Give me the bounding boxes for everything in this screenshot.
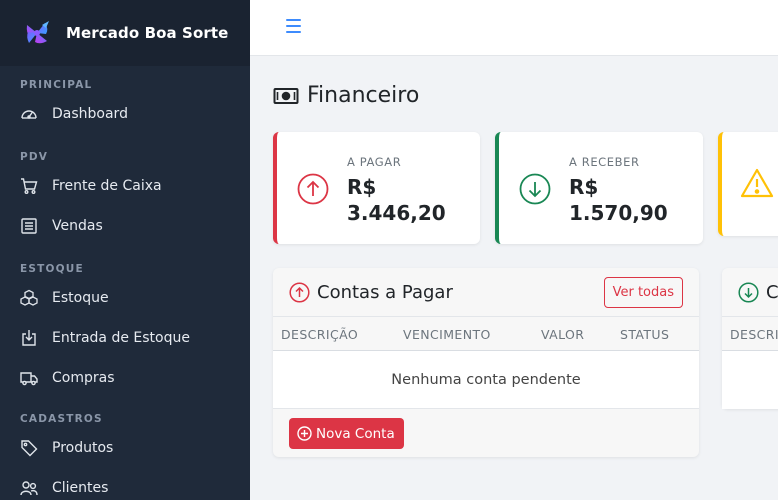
sidebar-item-compras[interactable]: Compras <box>0 358 250 398</box>
column-header-descricao[interactable]: DESCRIÇÃO <box>281 327 358 342</box>
panel-title: C <box>766 282 778 303</box>
box-arrow-in-icon <box>20 329 38 347</box>
sidebar-item-estoque[interactable]: Estoque <box>0 278 250 318</box>
ver-todas-button[interactable]: Ver todas <box>603 277 683 308</box>
list-icon <box>20 217 38 235</box>
arrow-up-circle-icon <box>289 282 310 303</box>
hamburger-icon[interactable] <box>286 19 301 35</box>
arrow-up-circle-icon <box>297 173 329 205</box>
main-content: Financeiro A PAGAR R$ 3.446,20 A RECEBER… <box>250 56 778 500</box>
sidebar-item-label: Estoque <box>52 290 109 306</box>
topbar <box>250 0 778 56</box>
panel-header: Contas a Pagar Ver todas <box>273 268 699 316</box>
column-header-status[interactable]: STATUS <box>620 327 669 342</box>
brand[interactable]: Mercado Boa Sorte <box>0 0 250 66</box>
sidebar: Mercado Boa Sorte PRINCIPAL Dashboard PD… <box>0 0 250 500</box>
nova-conta-label: Nova Conta <box>316 425 395 442</box>
plus-circle-icon <box>297 426 312 441</box>
table-header: DESCRI <box>722 316 778 351</box>
table-header: DESCRIÇÃO VENCIMENTO VALOR STATUS <box>273 316 699 351</box>
brand-logo-icon <box>26 21 49 44</box>
nova-conta-button[interactable]: Nova Conta <box>289 418 404 449</box>
sidebar-item-produtos[interactable]: Produtos <box>0 428 250 468</box>
cart-icon <box>20 177 38 195</box>
sidebar-item-label: Frente de Caixa <box>52 178 162 194</box>
arrow-down-circle-icon <box>738 282 759 303</box>
sidebar-item-vendas[interactable]: Vendas <box>0 206 250 246</box>
warning-icon <box>740 168 774 198</box>
people-icon <box>20 479 38 497</box>
column-header-descricao[interactable]: DESCRI <box>730 327 778 342</box>
stat-value: R$ 1.570,90 <box>569 175 668 225</box>
page-title-text: Financeiro <box>307 83 420 108</box>
sidebar-item-dashboard[interactable]: Dashboard <box>0 94 250 134</box>
column-header-vencimento[interactable]: VENCIMENTO <box>403 327 491 342</box>
sidebar-item-clientes[interactable]: Clientes <box>0 468 250 500</box>
sidebar-item-entrada-estoque[interactable]: Entrada de Estoque <box>0 318 250 358</box>
sidebar-item-label: Compras <box>52 370 115 386</box>
empty-state-row: Nenhuma conta pendente <box>273 351 699 409</box>
stat-value: R$ 3.446,20 <box>347 175 446 225</box>
section-principal: PRINCIPAL <box>20 79 93 91</box>
cash-icon <box>273 87 299 104</box>
stat-label: A PAGAR <box>347 155 402 169</box>
stat-card-a-receber: A RECEBER R$ 1.570,90 <box>495 132 703 244</box>
column-header-valor[interactable]: VALOR <box>541 327 584 342</box>
sidebar-item-label: Dashboard <box>52 106 128 122</box>
sidebar-item-label: Vendas <box>52 218 103 234</box>
boxes-icon <box>20 289 38 307</box>
arrow-down-circle-icon <box>519 173 551 205</box>
empty-state-row <box>722 351 778 409</box>
tag-icon <box>20 439 38 457</box>
panel-contas-pagar: Contas a Pagar Ver todas DESCRIÇÃO VENCI… <box>273 268 699 457</box>
panel-contas-receber: C DESCRI <box>722 268 778 409</box>
stat-card-alerta <box>718 132 778 236</box>
dashboard-icon <box>20 105 38 123</box>
panel-footer: Nova Conta <box>273 409 699 456</box>
page-title: Financeiro <box>273 83 419 108</box>
stat-label: A RECEBER <box>569 155 640 169</box>
panel-title: Contas a Pagar <box>317 282 453 303</box>
sidebar-item-frente-caixa[interactable]: Frente de Caixa <box>0 166 250 206</box>
sidebar-item-label: Produtos <box>52 440 114 456</box>
truck-icon <box>20 369 38 387</box>
section-cadastros: CADASTROS <box>20 413 103 425</box>
section-pdv: PDV <box>20 151 49 163</box>
stat-card-a-pagar: A PAGAR R$ 3.446,20 <box>273 132 480 244</box>
section-estoque: ESTOQUE <box>20 263 84 275</box>
sidebar-item-label: Entrada de Estoque <box>52 330 190 346</box>
brand-title: Mercado Boa Sorte <box>66 24 229 42</box>
sidebar-item-label: Clientes <box>52 480 109 496</box>
panel-header: C <box>722 268 778 316</box>
